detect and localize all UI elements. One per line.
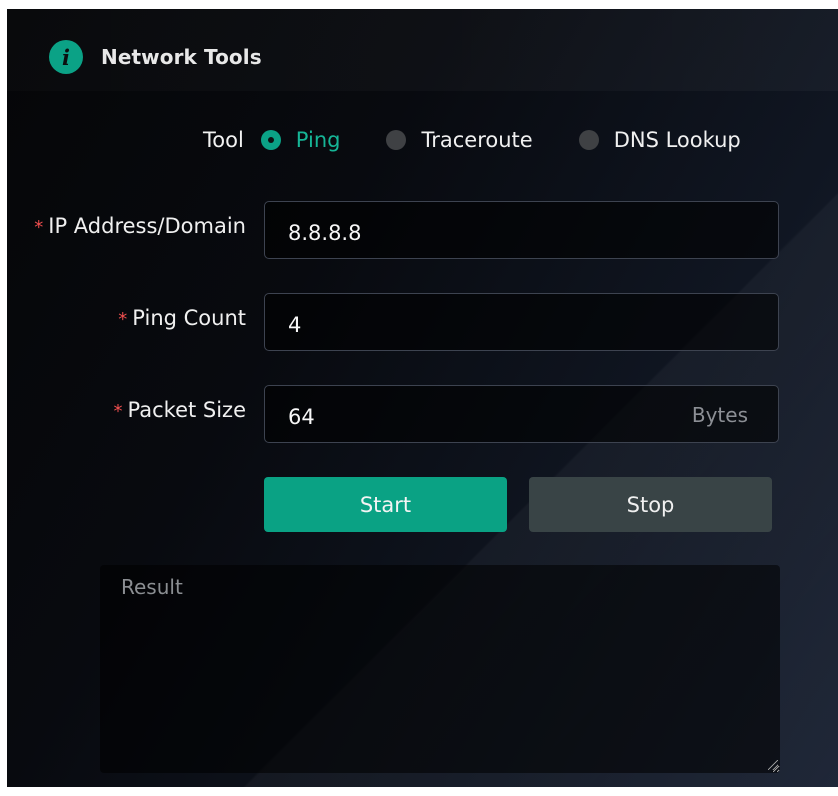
action-buttons: Start Stop [264, 477, 772, 532]
ip-address-domain-label-text: IP Address/Domain [48, 214, 246, 238]
info-icon-letter: i [62, 44, 70, 70]
required-mark: * [118, 309, 128, 330]
required-mark: * [113, 401, 123, 422]
bytes-suffix: Bytes [691, 403, 748, 427]
page-title: Network Tools [101, 45, 262, 69]
packet-size-label-text: Packet Size [127, 398, 246, 422]
tool-option-traceroute-label[interactable]: Traceroute [421, 128, 532, 152]
network-tools-panel: i Network Tools Tool Ping Traceroute DNS… [7, 9, 838, 787]
tool-label: Tool [203, 128, 244, 152]
tool-option-ping-label[interactable]: Ping [296, 128, 341, 152]
ping-count-row: * Ping Count [7, 293, 838, 351]
result-textarea[interactable] [100, 565, 780, 773]
packet-size-label: * Packet Size [114, 398, 246, 422]
required-mark: * [34, 217, 44, 238]
tool-option-traceroute[interactable]: Traceroute [386, 128, 533, 152]
packet-size-input[interactable] [288, 403, 678, 431]
packet-size-row: *Packet Size Bytes [7, 385, 838, 443]
ip-address-domain-row: * IP Address/Domain [7, 201, 838, 259]
ip-address-domain-label: * IP Address/Domain [34, 214, 246, 238]
radio-checked-icon[interactable] [260, 130, 281, 150]
ping-count-input[interactable] [288, 311, 678, 339]
stop-button[interactable]: Stop [529, 477, 772, 532]
network-tools-header: i Network Tools [49, 39, 262, 75]
radio-unchecked-icon[interactable] [386, 130, 407, 150]
ip-address-domain-input-box[interactable] [264, 201, 779, 259]
ping-count-label: * Ping Count [118, 306, 246, 330]
tool-option-dns-lookup-label[interactable]: DNS Lookup [614, 128, 741, 152]
ping-count-input-box[interactable] [264, 293, 779, 351]
start-button[interactable]: Start [264, 477, 507, 532]
packet-size-input-box[interactable]: Bytes [264, 385, 779, 443]
tool-option-ping[interactable]: Ping [260, 128, 341, 152]
ip-address-domain-input[interactable] [288, 219, 678, 247]
radio-unchecked-icon[interactable] [578, 130, 599, 150]
info-icon: i [49, 40, 83, 74]
ping-count-label-text: Ping Count [132, 306, 246, 330]
tool-selector: Tool Ping Traceroute DNS Lookup [203, 124, 741, 156]
tool-option-dns-lookup[interactable]: DNS Lookup [578, 128, 741, 152]
